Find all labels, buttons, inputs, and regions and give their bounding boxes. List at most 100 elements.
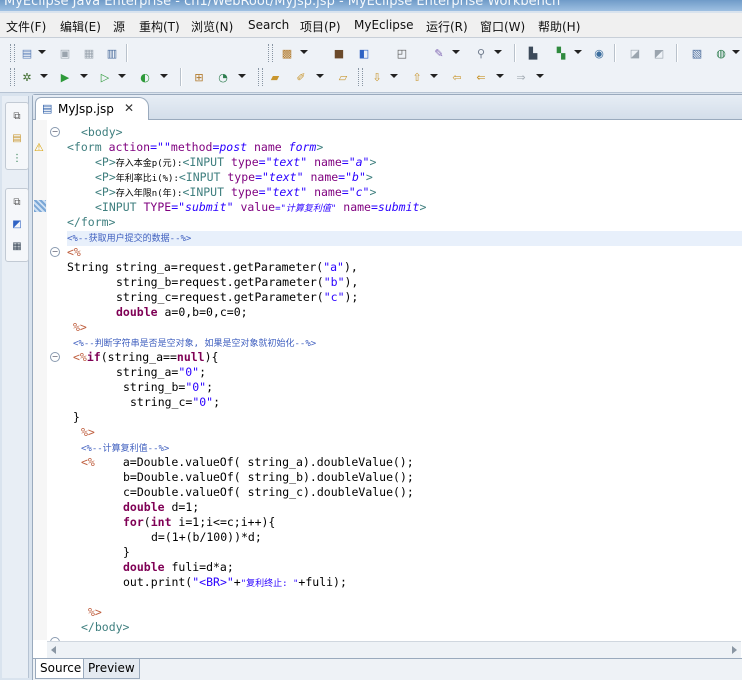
code-line-2: <form action=""method=post name form>: [67, 140, 324, 154]
restore-icon[interactable]: ⧉: [11, 197, 23, 209]
code-line-14: %>: [73, 320, 87, 334]
menu-run[interactable]: 运行(R): [426, 18, 468, 35]
new-file-icon[interactable]: ▤: [18, 44, 36, 62]
code-line-15: <%--判断字符串是否是空对象, 如果是空对象就初始化--%>: [73, 339, 317, 349]
chevron-down-icon[interactable]: [536, 74, 544, 78]
code-line-23: <% a=Double.valueOf( string_a).doubleValu…: [81, 455, 414, 469]
fold-collapse-icon[interactable]: −: [50, 127, 60, 137]
chevron-down-icon[interactable]: [574, 50, 582, 54]
toolbar-grip[interactable]: [358, 68, 363, 86]
run-icon[interactable]: ▶: [56, 68, 74, 86]
menu-myeclipse[interactable]: MyEclipse: [354, 18, 414, 32]
menu-search[interactable]: Search: [248, 18, 289, 32]
chevron-down-icon[interactable]: [496, 74, 504, 78]
restore-icon[interactable]: ⧉: [11, 111, 23, 123]
fold-collapse-icon[interactable]: −: [50, 247, 60, 257]
chevron-down-icon[interactable]: [118, 74, 126, 78]
chevron-down-icon[interactable]: [452, 50, 460, 54]
open-type-icon[interactable]: ⊞: [190, 68, 208, 86]
open-perspective-icon[interactable]: ◪: [626, 44, 644, 62]
package-icon[interactable]: ■: [330, 44, 348, 62]
menu-help[interactable]: 帮助(H): [538, 18, 580, 35]
globe-icon[interactable]: ◍: [712, 44, 730, 62]
task-marker-icon[interactable]: [34, 200, 46, 212]
toolbar-separator: [614, 44, 616, 62]
chevron-down-icon[interactable]: [300, 50, 308, 54]
code-line-24: b=Double.valueOf( string_b).doubleValue(…: [123, 470, 414, 484]
outline-icon[interactable]: ◩: [11, 219, 23, 231]
back-icon[interactable]: ⇐: [472, 68, 490, 86]
chevron-down-icon[interactable]: [390, 74, 398, 78]
tab-label: MyJsp.jsp: [58, 102, 114, 116]
console-icon[interactable]: ◰: [393, 44, 411, 62]
open-folder-icon[interactable]: ▰: [266, 68, 284, 86]
toolbar-grip[interactable]: [258, 68, 263, 86]
chevron-down-icon[interactable]: [80, 74, 88, 78]
refactor-icon[interactable]: ✎: [430, 44, 448, 62]
server-icon[interactable]: ▚: [552, 44, 570, 62]
code-line-30: double fuli=d*a;: [123, 560, 234, 574]
toolbar-separator: [676, 44, 678, 62]
chevron-down-icon[interactable]: [40, 74, 48, 78]
run-config-icon[interactable]: ◐: [136, 68, 154, 86]
open-folder-icon[interactable]: ▱: [334, 68, 352, 86]
toolbar-grip[interactable]: [10, 68, 15, 86]
web-icon[interactable]: ▧: [688, 44, 706, 62]
horizontal-scrollbar[interactable]: [47, 641, 741, 658]
scroll-right-icon[interactable]: [732, 646, 737, 654]
chevron-down-icon[interactable]: [732, 50, 740, 54]
forward-icon[interactable]: ⇒: [512, 68, 530, 86]
prev-annotation-icon[interactable]: ⇧: [408, 68, 426, 86]
menu-edit[interactable]: 编辑(E): [60, 18, 101, 35]
preferences-icon[interactable]: ◩: [650, 44, 668, 62]
deploy-icon[interactable]: ▙: [524, 44, 542, 62]
tab-myjsp[interactable]: ▤ MyJsp.jsp ✕: [35, 97, 149, 120]
menu-navigate[interactable]: 浏览(N): [191, 18, 233, 35]
search-icon[interactable]: ⚲: [472, 44, 490, 62]
chevron-down-icon[interactable]: [160, 74, 168, 78]
scroll-left-icon[interactable]: [51, 646, 56, 654]
editor-tabstrip: ▤ MyJsp.jsp ✕: [33, 95, 742, 120]
new-project-icon[interactable]: ▩: [278, 44, 296, 62]
run-external-icon[interactable]: ▷: [96, 68, 114, 86]
code-line-20: }: [73, 410, 80, 424]
globe-icon[interactable]: ◉: [590, 44, 608, 62]
toolbar-grip[interactable]: [10, 44, 15, 62]
close-icon[interactable]: ✕: [124, 101, 134, 115]
menu-refactor[interactable]: 重构(T): [139, 18, 180, 35]
chevron-down-icon[interactable]: [38, 50, 46, 54]
print-icon[interactable]: ▥: [103, 44, 121, 62]
code-line-28: d=(1+(b/100))*d;: [151, 530, 262, 544]
tab-source[interactable]: Source: [35, 659, 87, 679]
class-icon[interactable]: ◧: [355, 44, 373, 62]
toolbar-grip[interactable]: [268, 44, 273, 62]
properties-icon[interactable]: ▦: [11, 241, 23, 253]
code-line-9: <%: [67, 245, 81, 259]
menu-window[interactable]: 窗口(W): [480, 18, 525, 35]
editor-area: ▤ MyJsp.jsp ✕ ⚠ − − − − <body> <form act…: [32, 94, 742, 680]
chevron-down-icon[interactable]: [238, 74, 246, 78]
menu-project[interactable]: 项目(P): [300, 18, 341, 35]
toolbar-row-1: ▤ ▣ ▦ ▥ ▩ ■ ◧ ◰ ✎ ⚲ ▙ ▚ ◉ ◪ ◩ ▧ ◍: [0, 41, 742, 65]
chevron-down-icon[interactable]: [494, 50, 502, 54]
chevron-down-icon[interactable]: [316, 74, 324, 78]
chevron-down-icon[interactable]: [430, 74, 438, 78]
last-edit-icon[interactable]: ⇦: [448, 68, 466, 86]
tab-preview[interactable]: Preview: [83, 659, 140, 679]
save-all-icon[interactable]: ▦: [80, 44, 98, 62]
debug-icon[interactable]: ✲: [18, 68, 36, 86]
warning-icon[interactable]: ⚠: [34, 141, 44, 154]
code-line-22: <%--计算复利值--%>: [81, 444, 170, 454]
next-annotation-icon[interactable]: ⇩: [368, 68, 386, 86]
save-icon[interactable]: ▣: [56, 44, 74, 62]
open-resource-icon[interactable]: ◔: [214, 68, 232, 86]
task-icon[interactable]: ✐: [292, 68, 310, 86]
fold-collapse-icon[interactable]: −: [50, 352, 60, 362]
menu-source[interactable]: 源: [113, 18, 125, 35]
hierarchy-icon[interactable]: ⋮: [11, 153, 23, 165]
package-explorer-icon[interactable]: ▤: [11, 133, 23, 145]
window-title: MyEclipse Java Enterprise - ch1/WebRoot/…: [4, 0, 561, 9]
menu-file[interactable]: 文件(F): [6, 18, 46, 35]
code-line-7: </form>: [67, 215, 116, 229]
annotation-ruler: ⚠: [33, 120, 47, 640]
